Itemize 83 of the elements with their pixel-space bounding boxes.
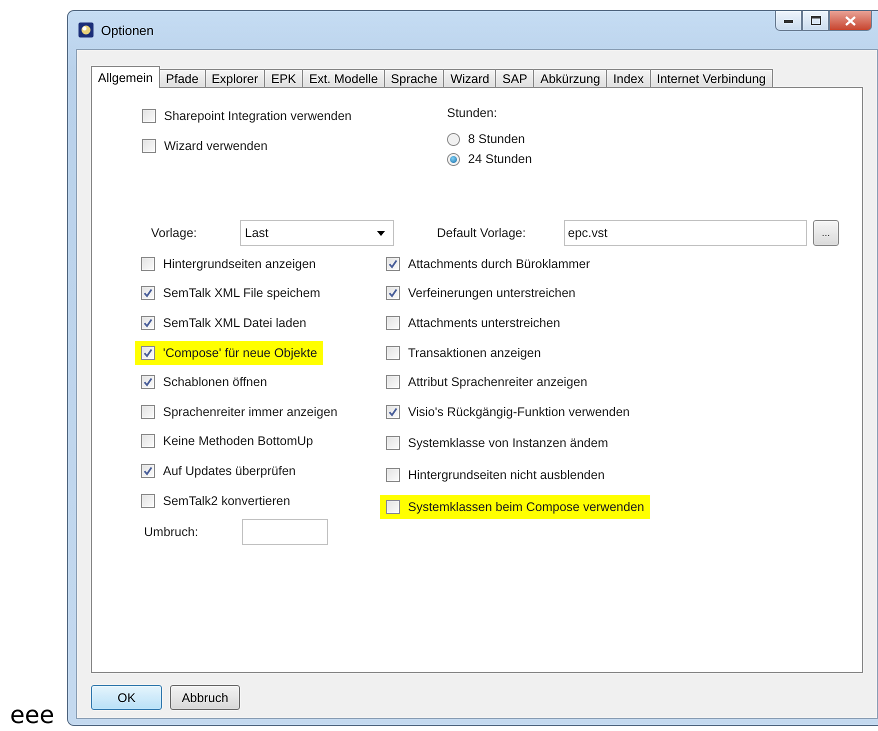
tab[interactable]: EPK bbox=[264, 69, 304, 88]
check-icon bbox=[388, 258, 398, 269]
checkbox-label: Visio's Rückgängig-Funktion verwenden bbox=[408, 404, 630, 419]
checkbox[interactable] bbox=[141, 434, 155, 448]
tab[interactable]: Ext. Modelle bbox=[302, 69, 385, 88]
tab[interactable]: Pfade bbox=[158, 69, 206, 88]
checkbox-label: Wizard verwenden bbox=[164, 139, 268, 153]
default-template-label: Default Vorlage: bbox=[436, 226, 527, 240]
checkbox[interactable] bbox=[141, 286, 155, 300]
wrap-field[interactable] bbox=[242, 519, 328, 546]
tab[interactable]: Internet Verbindung bbox=[650, 69, 773, 88]
check-icon bbox=[143, 288, 153, 298]
checkbox[interactable] bbox=[386, 404, 400, 419]
tab[interactable]: Abkürzung bbox=[533, 69, 608, 88]
tab[interactable]: Explorer bbox=[204, 69, 266, 88]
checkbox-label: SemTalk XML File speichem bbox=[163, 286, 320, 300]
radio-label: 8 Stunden bbox=[468, 132, 525, 146]
dialog-button[interactable]: OK bbox=[91, 685, 162, 710]
checkbox-label: SemTalk2 konvertieren bbox=[163, 494, 290, 508]
minimize-button[interactable] bbox=[775, 11, 802, 31]
checkbox[interactable] bbox=[141, 494, 155, 508]
tab[interactable]: Index bbox=[606, 69, 651, 88]
checkbox-label: Auf Updates überprüfen bbox=[163, 464, 296, 478]
checkbox[interactable] bbox=[386, 375, 400, 390]
window-title: Optionen bbox=[101, 22, 154, 38]
checkbox[interactable] bbox=[386, 500, 400, 514]
dialog-button[interactable]: Abbruch bbox=[170, 685, 240, 710]
checkbox-label: Schablonen öffnen bbox=[163, 375, 268, 390]
close-icon bbox=[845, 16, 856, 26]
checkbox[interactable] bbox=[141, 256, 155, 271]
checkbox-label: Attribut Sprachenreiter anzeigen bbox=[408, 375, 588, 390]
checkbox[interactable] bbox=[386, 256, 400, 271]
checkbox[interactable] bbox=[141, 404, 155, 419]
checkbox[interactable] bbox=[141, 464, 155, 478]
wrap-label: Umbruch: bbox=[144, 525, 200, 540]
checkbox[interactable] bbox=[386, 468, 400, 482]
check-icon bbox=[388, 406, 398, 417]
checkbox-label: Systemklasse von Instanzen ändem bbox=[408, 436, 608, 450]
checkbox-label: Hintergrundseiten nicht ausblenden bbox=[408, 468, 605, 482]
tab[interactable]: Wizard bbox=[443, 69, 496, 88]
checkbox[interactable] bbox=[386, 286, 400, 300]
browse-button[interactable]: ... bbox=[812, 220, 839, 246]
tab[interactable]: Allgemein bbox=[91, 66, 160, 88]
radio-label: 24 Stunden bbox=[468, 152, 532, 166]
checkbox[interactable] bbox=[142, 109, 156, 123]
checkbox[interactable] bbox=[141, 346, 155, 360]
checkbox[interactable] bbox=[386, 436, 400, 450]
app-icon bbox=[78, 22, 94, 38]
checkbox-label: Systemklassen beim Compose verwenden bbox=[408, 500, 644, 514]
checkbox-label: Transaktionen anzeigen bbox=[408, 346, 541, 360]
checkbox[interactable] bbox=[141, 375, 155, 390]
checkbox[interactable] bbox=[386, 346, 400, 360]
maximize-button[interactable] bbox=[802, 11, 829, 31]
check-icon bbox=[143, 466, 153, 476]
check-icon bbox=[388, 288, 398, 298]
radio-button[interactable] bbox=[447, 152, 460, 166]
checkbox[interactable] bbox=[142, 139, 156, 153]
checkbox-label: Sharepoint Integration verwenden bbox=[164, 109, 352, 123]
template-label: Vorlage: bbox=[151, 226, 197, 240]
checkbox-label: Attachments unterstreichen bbox=[408, 316, 560, 330]
check-icon bbox=[143, 348, 153, 358]
close-button[interactable] bbox=[829, 11, 872, 31]
checkbox-label: Sprachenreiter immer anzeigen bbox=[163, 404, 338, 419]
caret-icon bbox=[376, 230, 385, 236]
checkbox[interactable] bbox=[141, 316, 155, 330]
checkbox-label: SemTalk XML Datei laden bbox=[163, 316, 306, 330]
checkbox-label: Attachments durch Büroklammer bbox=[408, 256, 590, 271]
checkbox[interactable] bbox=[386, 316, 400, 330]
radio-button[interactable] bbox=[447, 132, 460, 146]
check-icon bbox=[143, 377, 153, 388]
minimize-icon bbox=[784, 18, 793, 22]
tab[interactable]: SAP bbox=[495, 69, 534, 88]
template-dropdown[interactable]: Last bbox=[240, 220, 394, 246]
check-icon bbox=[143, 318, 153, 328]
side-text: eee bbox=[10, 701, 54, 729]
hours-label: Stunden: bbox=[447, 106, 498, 120]
tab[interactable]: Sprache bbox=[384, 69, 444, 88]
maximize-icon bbox=[810, 16, 820, 25]
checkbox-label: 'Compose' für neue Objekte bbox=[163, 346, 318, 360]
checkbox-label: Keine Methoden BottomUp bbox=[163, 434, 314, 448]
checkbox-label: Verfeinerungen unterstreichen bbox=[408, 286, 576, 300]
default-template-field[interactable]: epc.vst bbox=[564, 220, 807, 246]
checkbox-label: Hintergrundseiten anzeigen bbox=[163, 256, 316, 271]
